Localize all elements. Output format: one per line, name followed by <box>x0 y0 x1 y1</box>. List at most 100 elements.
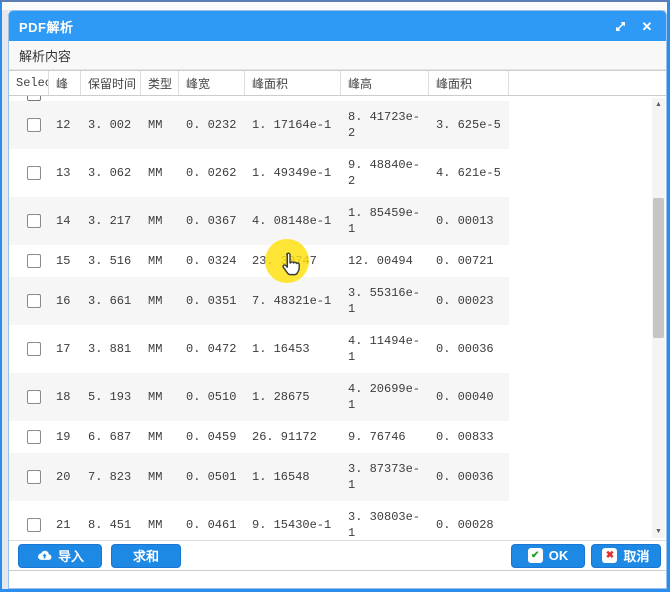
close-icon[interactable]: ✕ <box>640 19 654 33</box>
table-row[interactable]: 207. 823MM0. 05011. 165483. 87373e-10. 0… <box>9 453 509 501</box>
cell-peak: 12 <box>49 109 81 141</box>
cell-retention: 3. 661 <box>81 285 141 317</box>
cell-retention: 3. 516 <box>81 245 141 277</box>
column-header[interactable]: Select <box>9 71 49 95</box>
cell-height: 9. 76746 <box>341 421 429 453</box>
vertical-scrollbar[interactable]: ▲ ▼ <box>652 98 665 538</box>
check-icon: ✔ <box>528 548 543 563</box>
cell-type: MM <box>141 509 179 540</box>
sum-label: 求和 <box>133 546 159 565</box>
cell-area: 23. 30747 <box>245 245 341 277</box>
table-row[interactable]: 153. 516MM0. 032423. 3074712. 004940. 00… <box>9 245 509 277</box>
cell-retention: 6. 687 <box>81 421 141 453</box>
column-header[interactable]: 峰面积 <box>429 71 509 95</box>
scroll-down-arrow[interactable]: ▼ <box>652 525 665 538</box>
table-row[interactable]: 185. 193MM0. 05101. 286754. 20699e-10. 0… <box>9 373 509 421</box>
sum-button[interactable]: 求和 <box>111 544 181 568</box>
cell-area: 1. 49349e-1 <box>245 157 341 189</box>
cell-area: 1. 17164e-1 <box>245 109 341 141</box>
cell-height: 4. 20699e-1 <box>341 373 429 421</box>
row-checkbox[interactable] <box>27 430 41 444</box>
column-header[interactable]: 峰 <box>49 71 81 95</box>
cell-area: 26. 91172 <box>245 421 341 453</box>
row-checkbox[interactable] <box>27 390 41 404</box>
cell-type: MM <box>141 421 179 453</box>
cell-peak: 21 <box>49 509 81 540</box>
cell-width: 0. 0351 <box>179 285 245 317</box>
table-row[interactable]: 133. 062MM0. 02621. 49349e-19. 48840e-24… <box>9 149 509 197</box>
cell-area: 1. 28675 <box>245 381 341 413</box>
cell-select <box>9 286 49 316</box>
cell-area: 9. 15430e-1 <box>245 509 341 540</box>
table-row[interactable]: 143. 217MM0. 03674. 08148e-11. 85459e-10… <box>9 197 509 245</box>
scroll-up-arrow[interactable]: ▲ <box>652 98 665 111</box>
table-row[interactable]: 163. 661MM0. 03517. 48321e-13. 55316e-10… <box>9 277 509 325</box>
cell-retention: 3. 217 <box>81 205 141 237</box>
cell-type: MM <box>141 333 179 365</box>
row-checkbox[interactable] <box>27 166 41 180</box>
column-header[interactable]: 类型 <box>141 71 179 95</box>
cell-height: 8. 41723e-2 <box>341 101 429 149</box>
cloud-upload-icon <box>36 549 52 562</box>
x-icon: ✖ <box>602 548 617 563</box>
cell-type: MM <box>141 109 179 141</box>
cancel-button[interactable]: ✖ 取消 <box>591 544 661 568</box>
ok-button[interactable]: ✔ OK <box>511 544 585 568</box>
row-checkbox[interactable] <box>27 214 41 228</box>
cell-width: 0. 0367 <box>179 205 245 237</box>
cell-width: 0. 0459 <box>179 421 245 453</box>
cell-width: 0. 0461 <box>179 509 245 540</box>
cell-type: MM <box>141 205 179 237</box>
cell-select <box>9 110 49 140</box>
row-checkbox[interactable] <box>27 470 41 484</box>
cell-retention: 3. 062 <box>81 157 141 189</box>
cell-width: 0. 0472 <box>179 333 245 365</box>
grid-rows: 123. 002MM0. 02321. 17164e-18. 41723e-23… <box>9 96 509 540</box>
cell-peak: 15 <box>49 245 81 277</box>
cell-peak: 14 <box>49 205 81 237</box>
table-row[interactable]: 196. 687MM0. 045926. 911729. 767460. 008… <box>9 421 509 453</box>
column-header[interactable]: 峰高 <box>341 71 429 95</box>
column-header[interactable]: 保留时间 <box>81 71 141 95</box>
cell-retention: 8. 451 <box>81 509 141 540</box>
dialog-titlebar[interactable]: PDF解析 ✕ <box>9 11 666 41</box>
maximize-icon[interactable] <box>613 19 627 33</box>
content-panel-header: 解析内容 <box>9 41 666 70</box>
import-button[interactable]: 导入 <box>18 544 102 568</box>
footer-button-bar: 导入 求和 ✔ OK ✖ 取消 <box>9 540 666 570</box>
column-header[interactable]: 峰面积 <box>245 71 341 95</box>
row-checkbox[interactable] <box>27 294 41 308</box>
cell-peak: 16 <box>49 285 81 317</box>
cell-width: 0. 0324 <box>179 245 245 277</box>
cell-height: 3. 87373e-1 <box>341 453 429 501</box>
table-row[interactable]: 123. 002MM0. 02321. 17164e-18. 41723e-23… <box>9 101 509 149</box>
table-row[interactable]: 218. 451MM0. 04619. 15430e-13. 30803e-10… <box>9 501 509 540</box>
column-header[interactable]: 峰宽 <box>179 71 245 95</box>
cell-area2: 3. 625e-5 <box>429 109 509 141</box>
cell-height: 9. 48840e-2 <box>341 149 429 197</box>
screen: PDF解析 ✕ 解析内容 Select峰保留时间类型峰宽峰面积峰高峰面积 123… <box>0 0 670 592</box>
cell-peak: 17 <box>49 333 81 365</box>
cell-width: 0. 0262 <box>179 157 245 189</box>
cancel-label: 取消 <box>623 546 649 565</box>
cell-type: MM <box>141 285 179 317</box>
cell-select <box>9 206 49 236</box>
row-checkbox[interactable] <box>27 342 41 356</box>
cell-area: 7. 48321e-1 <box>245 285 341 317</box>
row-checkbox[interactable] <box>27 118 41 132</box>
cell-type: MM <box>141 157 179 189</box>
cell-peak: 19 <box>49 421 81 453</box>
cell-select <box>9 382 49 412</box>
cell-area2: 0. 00036 <box>429 333 509 365</box>
scrollbar-thumb[interactable] <box>653 198 664 338</box>
row-checkbox[interactable] <box>27 518 41 532</box>
cell-area2: 0. 00013 <box>429 205 509 237</box>
cell-retention: 3. 881 <box>81 333 141 365</box>
cell-width: 0. 0501 <box>179 461 245 493</box>
table-row[interactable]: 173. 881MM0. 04721. 164534. 11494e-10. 0… <box>9 325 509 373</box>
cell-select <box>9 158 49 188</box>
cell-height: 3. 55316e-1 <box>341 277 429 325</box>
cell-area: 1. 16548 <box>245 461 341 493</box>
cell-area2: 0. 00040 <box>429 381 509 413</box>
row-checkbox[interactable] <box>27 254 41 268</box>
